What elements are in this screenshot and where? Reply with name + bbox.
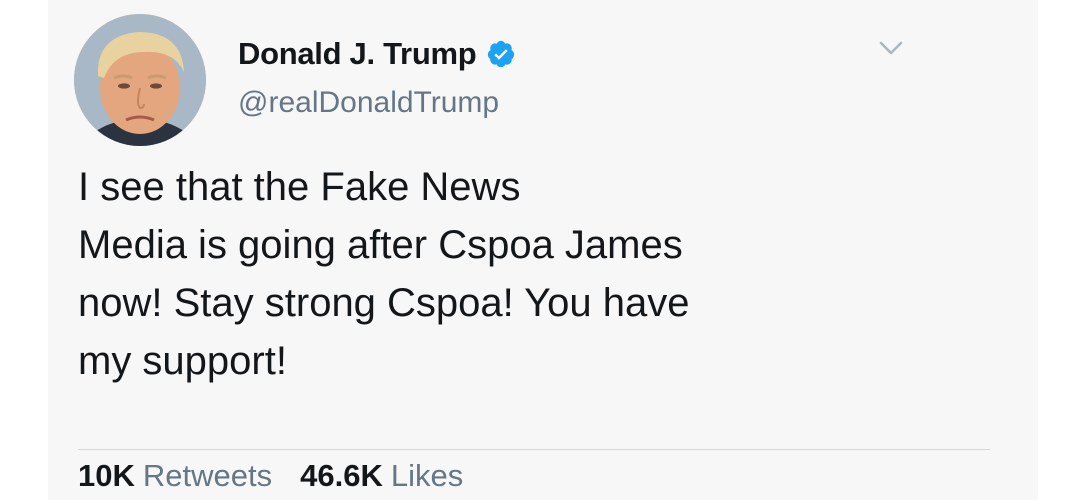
likes-stat[interactable]: 46.6K Likes xyxy=(300,458,463,494)
retweets-label: Retweets xyxy=(142,458,273,493)
retweets-count: 10K xyxy=(78,458,135,493)
likes-label: Likes xyxy=(390,458,464,493)
tweet-text-line: I see that the Fake News xyxy=(78,165,521,209)
verified-badge-icon xyxy=(486,39,516,69)
divider xyxy=(78,449,990,450)
avatar[interactable] xyxy=(74,14,206,146)
author-name-row[interactable]: Donald J. Trump xyxy=(238,36,516,72)
chevron-down-icon[interactable] xyxy=(873,34,909,62)
author-display-name[interactable]: Donald J. Trump xyxy=(238,36,477,72)
tweet-text-line: Media is going after Cspoa James xyxy=(78,223,683,267)
likes-count: 46.6K xyxy=(300,458,383,493)
tweet-text: I see that the Fake News Media is going … xyxy=(78,158,878,390)
tweet-text-line: now! Stay strong Cspoa! You have xyxy=(78,281,690,325)
tweet-stats: 10K Retweets 46.6K Likes xyxy=(78,458,463,494)
avatar-portrait xyxy=(74,14,206,146)
tweet-text-line: my support! xyxy=(78,339,287,383)
author-handle[interactable]: @realDonaldTrump xyxy=(238,86,499,120)
retweets-stat[interactable]: 10K Retweets xyxy=(78,458,272,494)
